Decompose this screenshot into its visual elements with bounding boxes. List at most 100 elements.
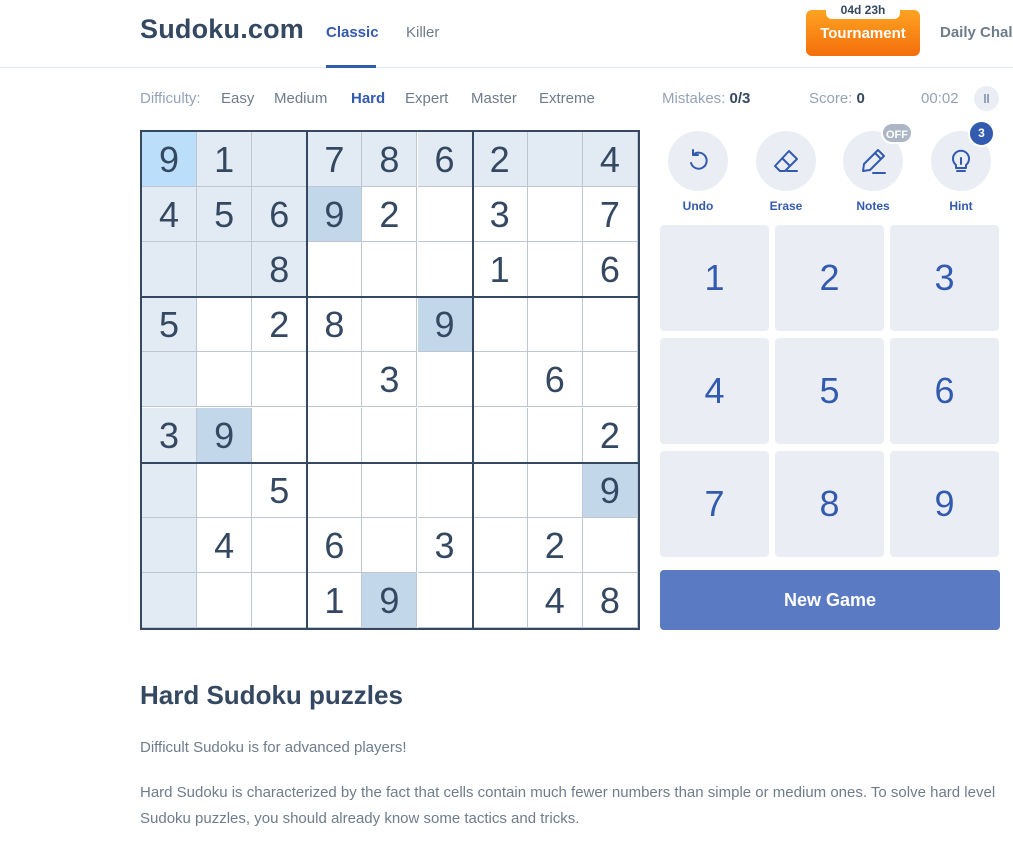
sudoku-cell[interactable] [307,352,363,408]
sudoku-cell[interactable] [417,407,473,463]
sudoku-cell[interactable] [197,572,253,628]
sudoku-cell[interactable] [362,517,418,573]
numpad-2[interactable]: 2 [775,225,884,331]
sudoku-cell[interactable] [472,407,528,463]
numpad-4[interactable]: 4 [660,338,769,444]
sudoku-cell[interactable] [362,462,418,518]
sudoku-cell[interactable] [362,407,418,463]
sudoku-cell[interactable]: 8 [362,132,418,187]
sudoku-cell[interactable]: 3 [142,407,197,463]
sudoku-cell[interactable]: 4 [197,517,253,573]
difficulty-master[interactable]: Master [471,90,517,107]
sudoku-cell[interactable]: 5 [142,297,197,353]
sudoku-cell[interactable]: 2 [472,132,528,187]
sudoku-cell[interactable] [472,297,528,353]
sudoku-cell[interactable]: 9 [197,407,253,463]
sudoku-cell[interactable] [252,132,308,187]
sudoku-cell[interactable]: 9 [307,187,363,243]
difficulty-medium[interactable]: Medium [274,90,327,107]
sudoku-cell[interactable]: 2 [252,297,308,353]
site-logo[interactable]: Sudoku.com [140,14,304,45]
sudoku-cell[interactable] [417,187,473,243]
sudoku-cell[interactable] [527,407,583,463]
sudoku-cell[interactable] [472,352,528,408]
sudoku-cell[interactable] [472,517,528,573]
sudoku-cell[interactable] [197,352,253,408]
numpad-1[interactable]: 1 [660,225,769,331]
difficulty-expert[interactable]: Expert [405,90,448,107]
sudoku-cell[interactable]: 5 [252,462,308,518]
difficulty-easy[interactable]: Easy [221,90,254,107]
sudoku-cell[interactable] [252,407,308,463]
sudoku-cell[interactable]: 9 [362,572,418,628]
sudoku-cell[interactable] [472,572,528,628]
sudoku-cell[interactable] [307,242,363,298]
sudoku-cell[interactable]: 4 [142,187,197,243]
sudoku-cell[interactable] [142,462,197,518]
sudoku-cell[interactable]: 3 [362,352,418,408]
sudoku-cell[interactable]: 1 [307,572,363,628]
sudoku-cell[interactable] [307,407,363,463]
sudoku-cell[interactable] [197,242,253,298]
sudoku-cell[interactable] [582,352,638,408]
sudoku-cell[interactable]: 8 [252,242,308,298]
sudoku-cell[interactable]: 8 [582,572,638,628]
sudoku-cell[interactable] [307,462,363,518]
new-game-button[interactable]: New Game [660,570,1000,630]
sudoku-cell[interactable] [527,462,583,518]
sudoku-cell[interactable]: 2 [362,187,418,243]
numpad-7[interactable]: 7 [660,451,769,557]
sudoku-cell[interactable] [527,242,583,298]
sudoku-cell[interactable]: 8 [307,297,363,353]
numpad-3[interactable]: 3 [890,225,999,331]
sudoku-cell[interactable] [142,572,197,628]
sudoku-cell[interactable]: 2 [527,517,583,573]
sudoku-cell[interactable]: 7 [307,132,363,187]
sudoku-cell[interactable] [142,352,197,408]
sudoku-cell[interactable]: 7 [582,187,638,243]
sudoku-cell[interactable] [362,242,418,298]
sudoku-cell[interactable]: 6 [252,187,308,243]
difficulty-extreme[interactable]: Extreme [539,90,595,107]
sudoku-cell[interactable]: 9 [417,297,473,353]
sudoku-cell[interactable]: 2 [582,407,638,463]
sudoku-cell[interactable] [252,352,308,408]
undo-button[interactable]: Undo [668,131,728,213]
sudoku-cell[interactable] [582,297,638,353]
erase-button[interactable]: Erase [756,131,816,213]
numpad-5[interactable]: 5 [775,338,884,444]
numpad-6[interactable]: 6 [890,338,999,444]
tab-killer[interactable]: Killer [406,24,439,41]
sudoku-cell[interactable]: 5 [197,187,253,243]
sudoku-cell[interactable]: 4 [527,572,583,628]
sudoku-cell[interactable] [417,462,473,518]
sudoku-cell[interactable] [417,242,473,298]
sudoku-cell[interactable]: 3 [417,517,473,573]
sudoku-cell[interactable]: 1 [197,132,253,187]
sudoku-cell[interactable]: 6 [417,132,473,187]
numpad-9[interactable]: 9 [890,451,999,557]
tab-classic[interactable]: Classic [326,24,379,41]
sudoku-cell[interactable]: 6 [582,242,638,298]
sudoku-cell[interactable]: 6 [307,517,363,573]
sudoku-cell[interactable] [582,517,638,573]
sudoku-cell[interactable] [527,187,583,243]
sudoku-cell[interactable] [362,297,418,353]
sudoku-cell[interactable] [472,462,528,518]
difficulty-hard[interactable]: Hard [351,90,385,107]
sudoku-cell[interactable] [197,462,253,518]
sudoku-cell[interactable] [142,242,197,298]
sudoku-cell[interactable] [252,572,308,628]
sudoku-cell[interactable]: 4 [582,132,638,187]
sudoku-cell[interactable] [197,297,253,353]
numpad-8[interactable]: 8 [775,451,884,557]
sudoku-cell[interactable] [527,132,583,187]
sudoku-cell[interactable]: 6 [527,352,583,408]
sudoku-cell[interactable] [417,352,473,408]
sudoku-cell[interactable]: 1 [472,242,528,298]
sudoku-cell[interactable]: 3 [472,187,528,243]
sudoku-cell[interactable] [142,517,197,573]
sudoku-cell[interactable]: 9 [142,132,197,187]
pause-icon[interactable] [974,86,999,111]
sudoku-cell[interactable]: 9 [582,462,638,518]
